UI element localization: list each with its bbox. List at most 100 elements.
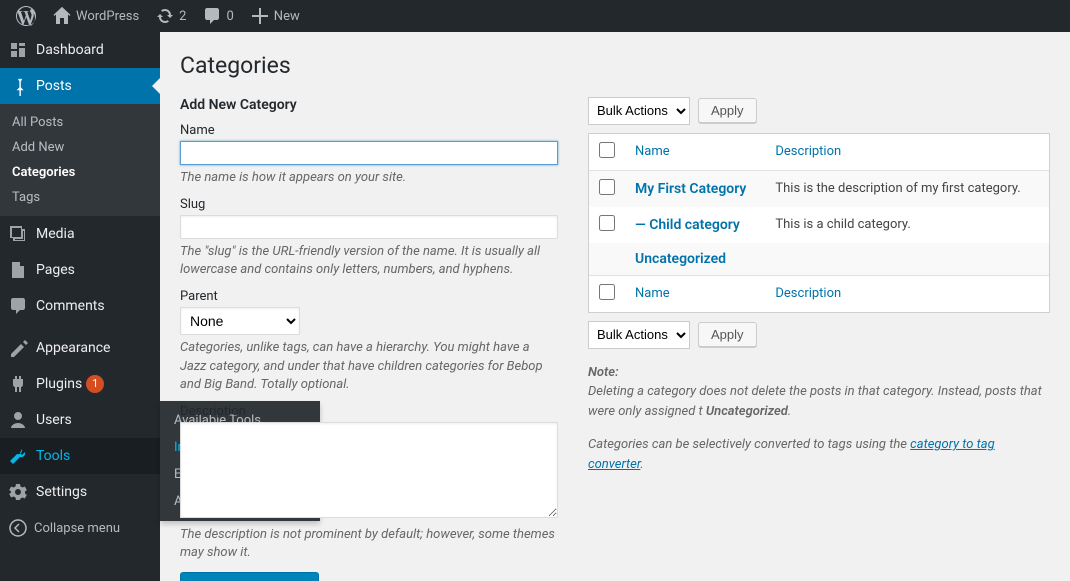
description-desc: The description is not prominent by defa… (180, 526, 558, 562)
slug-desc: The "slug" is the URL-friendly version o… (180, 243, 558, 279)
note-head: Note: (588, 365, 619, 380)
wordpress-icon (16, 6, 36, 26)
menu-tools[interactable]: Tools (0, 438, 160, 474)
menu-pages[interactable]: Pages (0, 252, 160, 288)
settings-icon (8, 482, 28, 502)
updates[interactable]: 2 (147, 0, 194, 32)
menu-dashboard[interactable]: Dashboard (0, 32, 160, 68)
menu-settings-label: Settings (36, 484, 87, 500)
site-name-label: WordPress (76, 9, 139, 24)
comments-count: 0 (226, 9, 233, 24)
submenu-tags[interactable]: Tags (0, 185, 160, 210)
add-heading: Add New Category (180, 97, 558, 113)
table-row: My First Category This is the descriptio… (589, 171, 1049, 207)
category-desc (765, 243, 1049, 275)
users-icon (8, 410, 28, 430)
name-label: Name (180, 123, 558, 138)
comment-icon (8, 296, 28, 316)
wp-logo[interactable] (8, 0, 44, 32)
menu-settings[interactable]: Settings (0, 474, 160, 510)
bulk-actions-top[interactable]: Bulk Actions (588, 97, 690, 125)
updates-count: 2 (179, 9, 186, 24)
category-desc: This is the description of my first cate… (765, 171, 1049, 207)
menu-posts[interactable]: Posts (0, 68, 160, 104)
admin-sidebar: Dashboard Posts All Posts Add New Catego… (0, 32, 160, 581)
slug-input[interactable] (180, 215, 558, 239)
convert-note: Categories can be selectively converted … (588, 435, 1050, 474)
col-desc-header[interactable]: Description (775, 144, 841, 159)
pin-icon (8, 76, 28, 96)
menu-users[interactable]: Users (0, 402, 160, 438)
apply-top-button[interactable]: Apply (698, 98, 757, 123)
site-name[interactable]: WordPress (44, 0, 147, 32)
menu-plugins[interactable]: Plugins 1 (0, 366, 160, 402)
delete-note: Note: Deleting a category does not delet… (588, 363, 1050, 422)
comments-bubble[interactable]: 0 (194, 0, 241, 32)
tablenav-top: Bulk Actions Apply (588, 97, 1050, 125)
categories-list: Bulk Actions Apply Name Description My F… (588, 97, 1050, 581)
slug-label: Slug (180, 197, 558, 212)
category-link[interactable]: Uncategorized (635, 251, 726, 267)
collapse-menu[interactable]: Collapse menu (0, 510, 160, 546)
menu-users-label: Users (36, 412, 72, 428)
submenu-add-new[interactable]: Add New (0, 135, 160, 160)
name-input[interactable] (180, 141, 558, 165)
description-label: Description (180, 404, 558, 419)
table-row: — Child category This is a child categor… (589, 207, 1049, 243)
menu-tools-label: Tools (36, 448, 70, 464)
parent-label: Parent (180, 289, 558, 304)
col-desc-footer[interactable]: Description (775, 286, 841, 301)
page-title: Categories (180, 42, 1050, 85)
submenu-categories[interactable]: Categories (0, 160, 160, 185)
media-icon (8, 224, 28, 244)
name-desc: The name is how it appears on your site. (180, 169, 558, 187)
comment-icon (202, 6, 222, 26)
row-check[interactable] (599, 179, 615, 195)
category-link[interactable]: — Child category (635, 217, 740, 233)
pages-icon (8, 260, 28, 280)
new-content[interactable]: New (242, 0, 308, 32)
menu-pages-label: Pages (36, 262, 75, 278)
content-area: Categories Add New Category Name The nam… (160, 32, 1070, 581)
plus-icon (250, 6, 270, 26)
home-icon (52, 6, 72, 26)
menu-appearance-label: Appearance (36, 340, 110, 356)
col-name-footer[interactable]: Name (635, 286, 670, 301)
menu-dashboard-label: Dashboard (36, 42, 104, 58)
menu-comments[interactable]: Comments (0, 288, 160, 324)
parent-desc: Categories, unlike tags, can have a hier… (180, 339, 558, 394)
tablenav-bottom: Bulk Actions Apply (588, 321, 1050, 349)
menu-plugins-label: Plugins (36, 376, 82, 392)
plugins-badge: 1 (86, 375, 104, 393)
collapse-icon (8, 518, 28, 538)
admin-bar: WordPress 2 0 New (0, 0, 1070, 32)
parent-select[interactable]: None (180, 307, 300, 335)
apply-bottom-button[interactable]: Apply (698, 322, 757, 347)
category-link[interactable]: My First Category (635, 181, 746, 197)
select-all-top[interactable] (599, 142, 615, 158)
category-desc: This is a child category. (765, 207, 1049, 243)
categories-table: Name Description My First Category This … (588, 133, 1050, 313)
dashboard-icon (8, 40, 28, 60)
select-all-bottom[interactable] (599, 284, 615, 300)
menu-posts-label: Posts (36, 78, 72, 94)
bulk-actions-bottom[interactable]: Bulk Actions (588, 321, 690, 349)
col-name-header[interactable]: Name (635, 144, 670, 159)
posts-submenu: All Posts Add New Categories Tags (0, 104, 160, 216)
row-check[interactable] (599, 215, 615, 231)
appearance-icon (8, 338, 28, 358)
menu-media[interactable]: Media (0, 216, 160, 252)
add-category-button[interactable]: Add New Category (180, 572, 319, 581)
update-icon (155, 6, 175, 26)
new-label: New (274, 9, 300, 24)
collapse-label: Collapse menu (34, 521, 120, 536)
table-row: Uncategorized (589, 243, 1049, 275)
plugins-icon (8, 374, 28, 394)
menu-comments-label: Comments (36, 298, 105, 314)
submenu-all-posts[interactable]: All Posts (0, 110, 160, 135)
description-input[interactable] (180, 422, 558, 518)
add-category-form: Add New Category Name The name is how it… (180, 97, 558, 581)
tools-icon (8, 446, 28, 466)
menu-media-label: Media (36, 226, 75, 242)
menu-appearance[interactable]: Appearance (0, 330, 160, 366)
